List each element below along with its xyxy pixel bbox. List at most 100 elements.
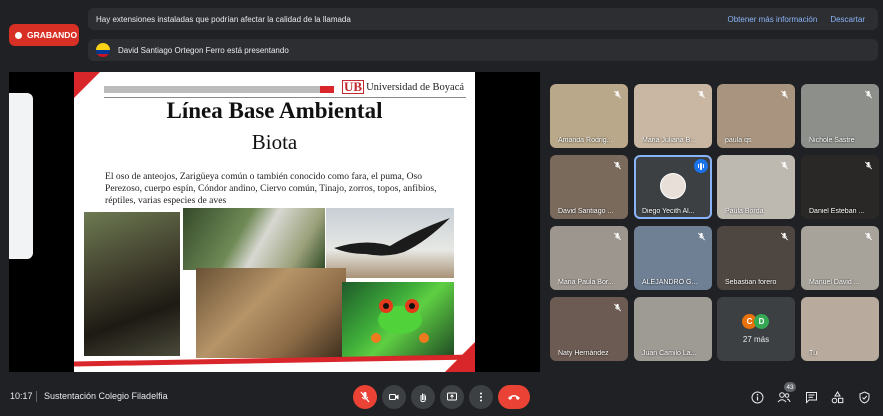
participant-name: ALEJANDRO G... — [642, 279, 698, 286]
side-panel-handle[interactable] — [9, 93, 33, 259]
camera-toggle-button[interactable] — [382, 385, 406, 409]
recording-indicator[interactable]: GRABANDO — [9, 24, 79, 46]
participant-tile[interactable]: Sebastian forero — [717, 226, 795, 290]
chat-button[interactable] — [803, 389, 819, 405]
activities-icon — [831, 390, 843, 403]
participant-initial-avatar: D — [754, 314, 769, 329]
shield-icon — [859, 390, 869, 404]
participant-tile[interactable]: ALEJANDRO G... — [634, 226, 712, 290]
presenting-text: David Santiago Ortegon Ferro está presen… — [118, 45, 289, 55]
speaking-indicator-icon — [694, 159, 708, 173]
hang-up-icon — [508, 395, 520, 400]
host-controls-button[interactable] — [856, 389, 872, 405]
slide-corner-decoration — [74, 72, 100, 98]
more-vert-icon — [480, 392, 482, 402]
more-participants-label: 27 más — [742, 335, 770, 344]
mic-off-icon — [779, 89, 790, 100]
participant-name: Amanda Rodrig... — [558, 137, 613, 144]
participant-tile[interactable]: Maria Paula Bor... — [550, 226, 628, 290]
slide-header-bar — [104, 86, 320, 93]
leave-call-button[interactable] — [498, 385, 530, 409]
frog-photo — [342, 282, 454, 357]
participant-tile[interactable]: Daniel Esteban ... — [801, 155, 879, 219]
more-options-button[interactable] — [469, 385, 493, 409]
presentation-slide: UB Universidad de Boyacá Línea Base Ambi… — [74, 72, 475, 372]
participant-name: Maria Juliana B... — [642, 137, 697, 144]
hand-icon — [420, 393, 426, 403]
opossum-photo — [183, 208, 325, 270]
mic-off-icon — [612, 160, 623, 171]
participant-name: Nichole Sastre — [809, 137, 855, 144]
mic-off-icon — [696, 231, 707, 242]
meeting-details-button[interactable] — [749, 389, 765, 405]
participant-name: Sebastian forero — [725, 279, 777, 286]
participant-tile[interactable]: paula qs — [717, 84, 795, 148]
toolbar-divider — [36, 391, 37, 402]
participant-tile[interactable]: Paula Borda — [717, 155, 795, 219]
participant-tile[interactable]: Diego Yecith Al... — [634, 155, 712, 219]
extensions-banner: Hay extensiones instaladas que podrían a… — [88, 8, 878, 30]
more-info-link[interactable]: Obtener más información — [727, 15, 817, 24]
mic-off-icon — [863, 160, 874, 171]
dismiss-link[interactable]: Descartar — [830, 15, 865, 24]
participant-tile[interactable]: Tú — [801, 297, 879, 361]
slide-subtitle: Biota — [251, 130, 298, 154]
avatar — [660, 173, 686, 199]
mic-toggle-button[interactable] — [353, 385, 377, 409]
meeting-clock: 10:17 — [10, 391, 33, 401]
mic-off-icon — [360, 391, 370, 403]
puma-photo — [196, 268, 346, 358]
meeting-title: Sustentación Colegio Filadelfia — [44, 391, 168, 401]
university-logo-text: Universidad de Boyacá — [366, 81, 465, 93]
participant-tile[interactable]: Naty Hernández — [550, 297, 628, 361]
slide-header-accent — [320, 86, 334, 93]
participant-name: paula qs — [725, 137, 752, 144]
meet-window: GRABANDO Hay extensiones instaladas que … — [0, 0, 883, 416]
chat-icon — [805, 391, 817, 404]
people-count-badge: 43 — [784, 382, 796, 392]
participant-tile[interactable]: David Santiago ... — [550, 155, 628, 219]
mic-off-icon — [863, 231, 874, 242]
mic-off-icon — [612, 231, 623, 242]
presenter-avatar — [96, 43, 110, 57]
participant-name: Juan Camilo La... — [642, 350, 697, 357]
participant-tile[interactable]: Juan Camilo La... — [634, 297, 712, 361]
raise-hand-button[interactable] — [411, 385, 435, 409]
participant-name: David Santiago ... — [558, 208, 614, 215]
present-screen-button[interactable] — [440, 385, 464, 409]
bear-photo — [84, 212, 180, 356]
participant-name: Paula Borda — [725, 208, 764, 215]
participant-name: Tú — [809, 350, 818, 357]
university-logo: UB Universidad de Boyacá — [342, 80, 464, 94]
mic-off-icon — [612, 302, 623, 313]
mic-off-icon — [696, 89, 707, 100]
slide-title: Línea Base Ambiental — [166, 98, 383, 123]
mic-off-icon — [779, 160, 790, 171]
presentation-stage[interactable]: UB Universidad de Boyacá Línea Base Ambi… — [9, 72, 540, 372]
more-participants-tile[interactable]: C D 27 más — [717, 297, 795, 361]
activities-button[interactable] — [829, 389, 845, 405]
mic-off-icon — [612, 89, 623, 100]
participant-tile[interactable]: Nichole Sastre — [801, 84, 879, 148]
participant-name: Daniel Esteban ... — [809, 208, 865, 215]
recording-label: GRABANDO — [27, 30, 78, 40]
participant-name: Maria Paula Bor... — [558, 279, 614, 286]
participant-name: Diego Yecith Al... — [642, 208, 695, 215]
recording-dot-icon — [15, 31, 22, 39]
bottom-toolbar: 10:17 Sustentación Colegio Filadelfia 43 — [0, 380, 883, 416]
participant-tile[interactable]: Amanda Rodrig... — [550, 84, 628, 148]
present-icon — [447, 392, 457, 401]
camera-icon — [389, 394, 399, 400]
info-icon — [751, 391, 763, 403]
participant-tile[interactable]: Manuel David ... — [801, 226, 879, 290]
participant-name: Manuel David ... — [809, 279, 860, 286]
mic-off-icon — [779, 231, 790, 242]
presenting-banner: David Santiago Ortegon Ferro está presen… — [88, 39, 878, 61]
extensions-banner-text: Hay extensiones instaladas que podrían a… — [96, 14, 351, 24]
participant-tile[interactable]: Maria Juliana B... — [634, 84, 712, 148]
participant-name: Naty Hernández — [558, 350, 609, 357]
mic-off-icon — [863, 89, 874, 100]
people-icon — [777, 391, 791, 402]
university-logo-mark: UB — [342, 79, 365, 94]
slide-corner-decoration — [445, 342, 475, 372]
